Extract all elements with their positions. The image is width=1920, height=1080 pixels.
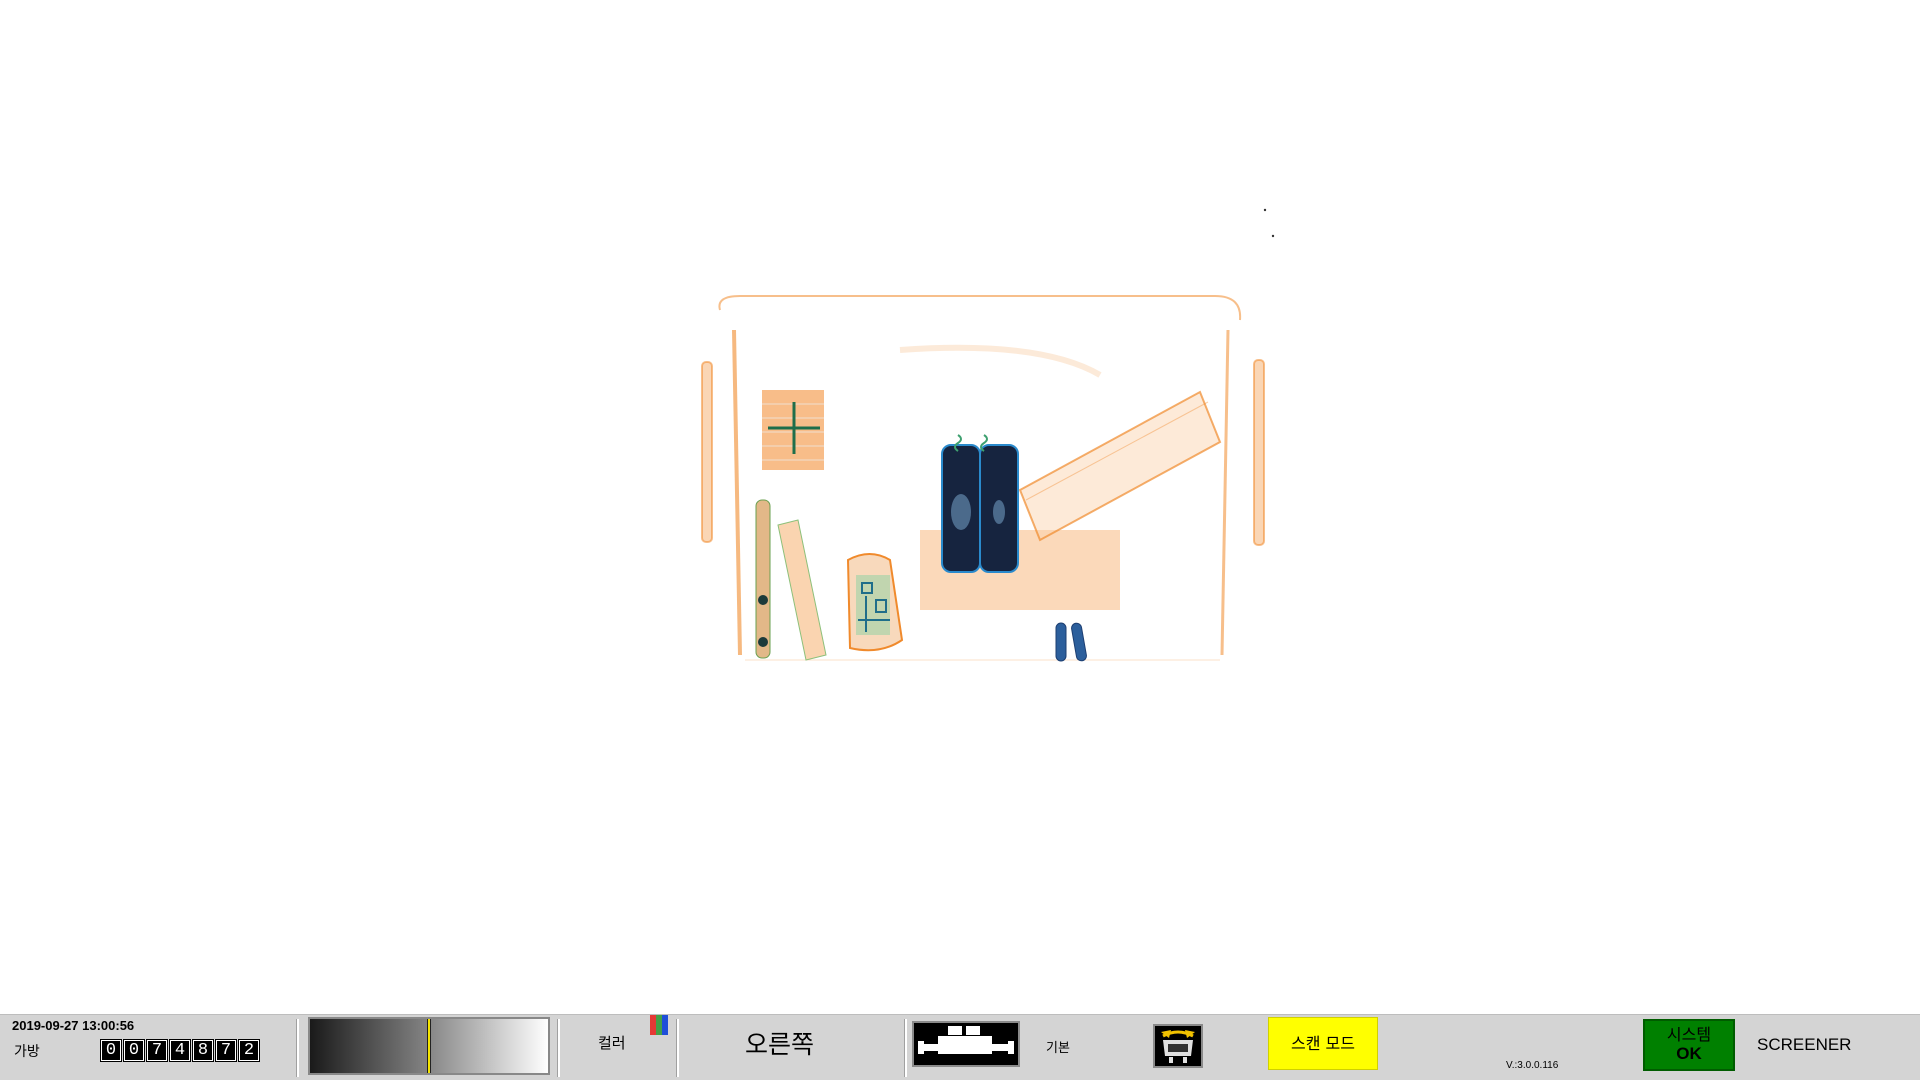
system-status-value: OK <box>1676 1044 1702 1063</box>
zipper-pulls <box>1055 622 1087 662</box>
system-status-indicator: 시스템 OK <box>1643 1019 1735 1071</box>
cable-spool <box>762 390 824 470</box>
electronic-device <box>846 553 904 652</box>
bag-counter-digit: 8 <box>192 1039 214 1062</box>
bag-counter-digit: 7 <box>146 1039 168 1062</box>
xray-image-viewport[interactable] <box>0 0 1920 1014</box>
conveyor-belt-button[interactable] <box>912 1021 1020 1067</box>
bag-counter-digit: 0 <box>123 1039 145 1062</box>
grayscale-slider-handle[interactable] <box>427 1019 431 1073</box>
bag-counter-digit: 4 <box>169 1039 191 1062</box>
speck <box>1263 208 1267 212</box>
divider <box>904 1019 907 1077</box>
system-status-label: 시스템 <box>1666 1025 1712 1044</box>
wooden-slat <box>777 519 827 661</box>
bag-counter-digit: 7 <box>215 1039 237 1062</box>
scan-mode-button[interactable]: 스캔 모드 <box>1268 1017 1378 1070</box>
image-edit-icon <box>1161 1030 1195 1063</box>
version-label: V.:3.0.0.116 <box>1506 1060 1559 1071</box>
metal-rod <box>755 499 771 659</box>
color-mode-label[interactable]: 컬러 <box>598 1032 626 1053</box>
datetime-readout: 2019-09-27 13:00:56 <box>12 1018 135 1033</box>
xray-scan-image <box>701 208 1275 662</box>
grayscale-slider[interactable] <box>308 1017 550 1075</box>
status-bar: 2019-09-27 13:00:56 가방 0 0 7 4 8 7 2 컬러 … <box>0 1014 1920 1080</box>
speck <box>1271 234 1275 238</box>
bag-counter: 0 0 7 4 8 7 2 <box>100 1039 260 1062</box>
divider <box>676 1019 679 1077</box>
palette-swatch-blue <box>662 1015 668 1035</box>
belt-direction-label[interactable]: 오른쪽 <box>745 1025 814 1061</box>
bag-counter-digit: 0 <box>100 1039 122 1062</box>
battery-pair <box>941 434 1019 573</box>
operator-role-label: SCREENER <box>1757 1035 1852 1054</box>
book <box>1018 390 1222 542</box>
image-mode-label[interactable]: 기본 <box>1046 1037 1070 1056</box>
bag-counter-label: 가방 <box>14 1044 40 1060</box>
bag-counter-digit: 2 <box>238 1039 260 1062</box>
divider <box>296 1019 299 1077</box>
conveyor-belt-icon <box>918 1026 1014 1054</box>
image-edit-button[interactable] <box>1153 1024 1203 1068</box>
color-palette-icon[interactable] <box>650 1015 668 1035</box>
divider <box>557 1019 560 1077</box>
